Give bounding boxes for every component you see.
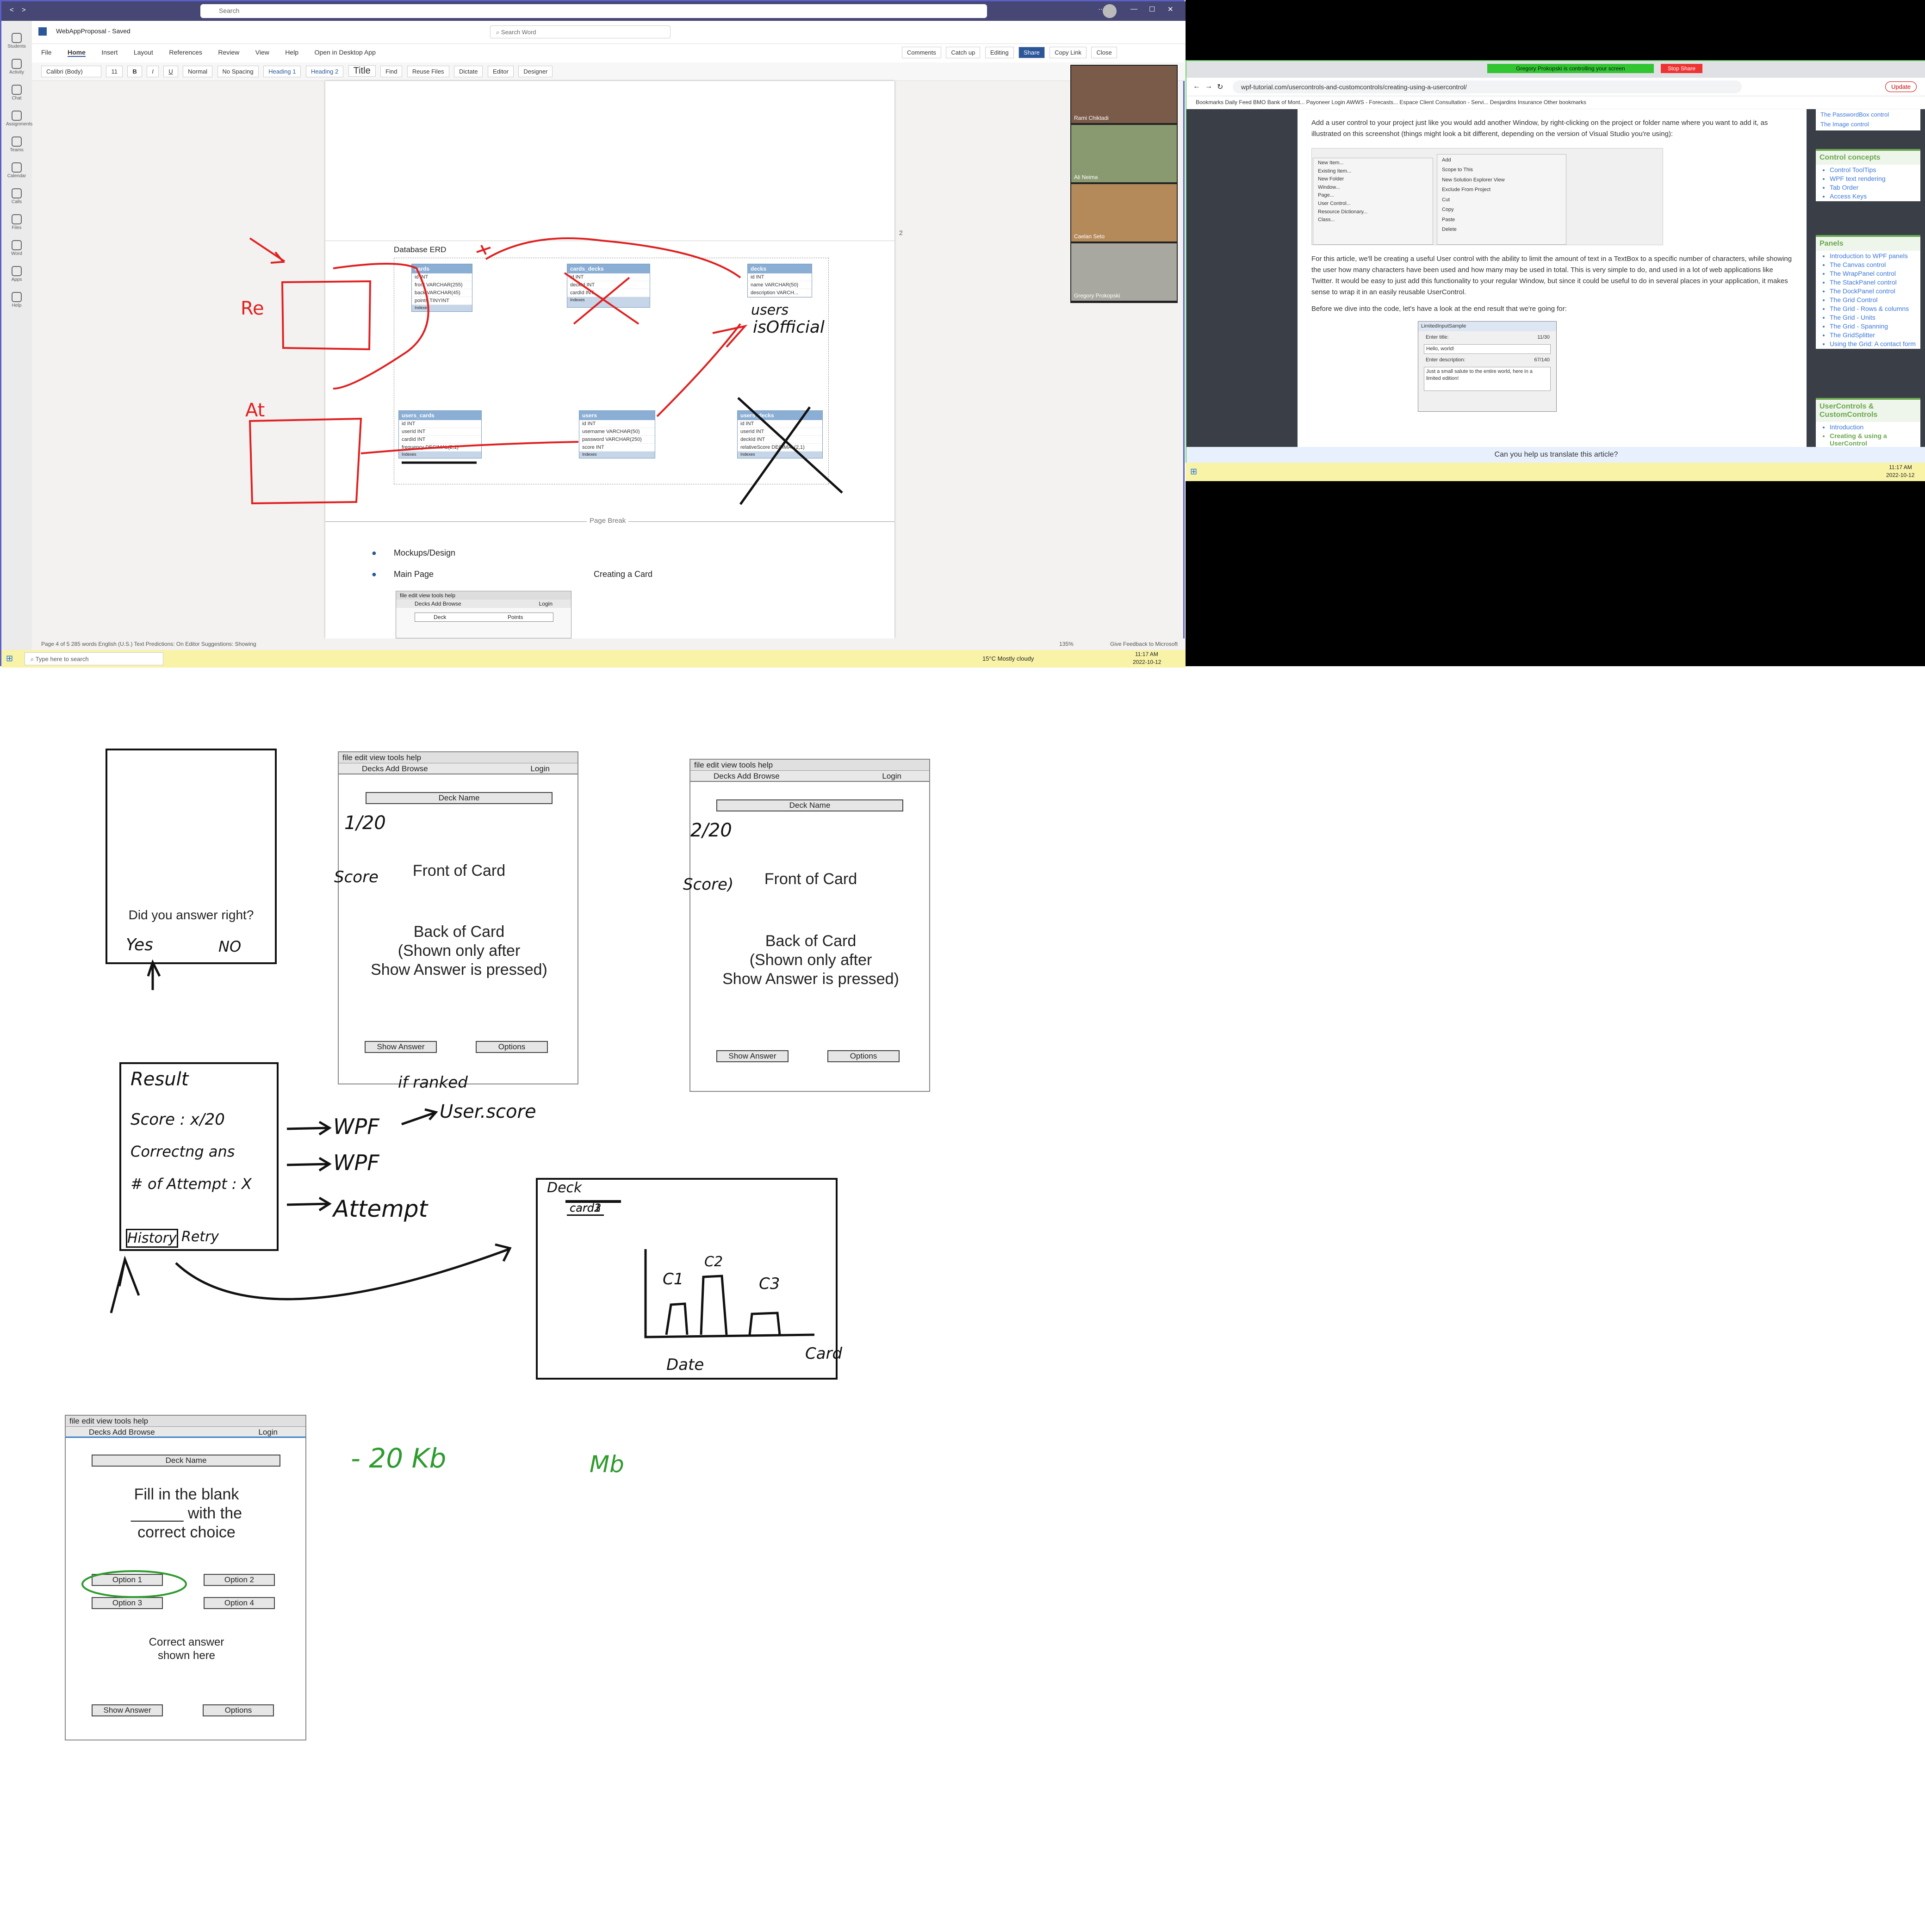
ink-arrow <box>712 324 748 348</box>
ink-strike <box>564 272 640 325</box>
chart-axes <box>644 1249 815 1338</box>
ink-arrow <box>286 1121 332 1136</box>
ink-stroke <box>656 323 741 417</box>
ink-at: At <box>245 400 265 421</box>
ink-curve-arrow <box>175 1248 509 1300</box>
ink-stroke <box>485 237 741 279</box>
ink-arrow <box>286 1157 332 1172</box>
green-circle-option1 <box>81 1570 187 1598</box>
ink-re: Re <box>241 298 264 319</box>
ink-box-at <box>248 417 362 505</box>
red-ink: Re At <box>241 237 748 505</box>
ink-cross <box>737 397 843 494</box>
ink-arrow <box>147 959 161 990</box>
ink-arrow <box>401 1108 438 1126</box>
ink-box-re <box>281 280 372 351</box>
chart-bar-c1 <box>665 1302 689 1335</box>
ink-arrow <box>110 1255 140 1313</box>
ink-stroke <box>360 441 579 454</box>
green-ink <box>81 1570 187 1598</box>
ink-cross <box>739 406 811 505</box>
ink-mark <box>476 245 491 255</box>
chart-bar-c2 <box>700 1275 728 1335</box>
chart-bar-c3 <box>748 1312 781 1335</box>
black-ink <box>110 397 843 1338</box>
ink-overlay: Re At <box>81 237 843 1598</box>
ink-arrow <box>286 1196 332 1212</box>
